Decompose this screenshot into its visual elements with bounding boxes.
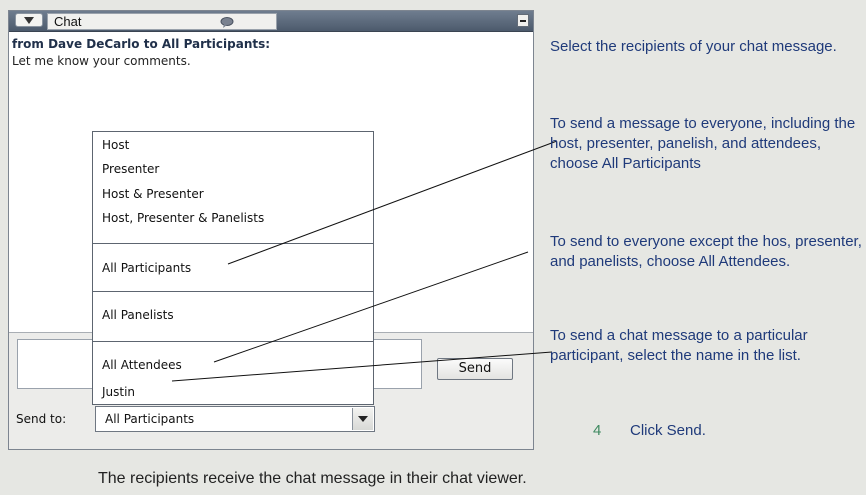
dropdown-item[interactable]: Justin — [102, 385, 135, 399]
dropdown-item[interactable]: Presenter — [102, 162, 159, 176]
dropdown-group-attendees: All Attendees Justin — [93, 342, 373, 404]
send-to-label: Send to: — [16, 412, 67, 426]
minimize-button[interactable] — [517, 14, 529, 27]
dropdown-item[interactable]: Host & Presenter — [102, 187, 204, 201]
dropdown-item[interactable]: Host — [102, 138, 129, 152]
chevron-down-icon — [358, 416, 368, 422]
chat-title: Chat — [54, 14, 82, 29]
send-to-value: All Participants — [105, 412, 195, 426]
tutorial-figure: Chat from Dave DeCarlo to All Participan… — [0, 0, 866, 495]
chat-tab[interactable]: Chat — [47, 13, 277, 30]
send-to-dropdown-button[interactable] — [352, 408, 373, 430]
send-button[interactable]: Send — [437, 358, 513, 380]
collapse-button[interactable] — [15, 13, 43, 27]
step-number: 4 — [593, 422, 602, 439]
dropdown-item[interactable]: All Attendees — [102, 358, 182, 372]
dropdown-group-panelists: All Panelists — [93, 292, 373, 342]
figure-caption: The recipients receive the chat message … — [98, 470, 527, 487]
recipient-dropdown-list: Host Presenter Host & Presenter Host, Pr… — [92, 131, 374, 405]
message-sender: from Dave DeCarlo to All Participants: — [12, 37, 271, 51]
dropdown-group-roles: Host Presenter Host & Presenter Host, Pr… — [93, 132, 373, 244]
note-particular: To send a chat message to a particular p… — [550, 327, 808, 364]
note-attendees: To send to everyone except the hos, pres… — [550, 233, 862, 270]
chat-bubble-icon — [220, 17, 234, 28]
chat-titlebar: Chat — [9, 11, 533, 32]
send-to-select[interactable]: All Participants — [95, 406, 375, 432]
dropdown-item[interactable]: Host, Presenter & Panelists — [102, 211, 264, 225]
message-text: Let me know your comments. — [12, 54, 191, 68]
note-everyone: To send a message to everyone, including… — [550, 115, 856, 172]
dropdown-group-participants: All Participants — [93, 244, 373, 292]
triangle-down-icon — [24, 16, 34, 24]
step-text: Click Send. — [630, 422, 706, 439]
dropdown-item[interactable]: All Panelists — [102, 308, 174, 322]
dropdown-item[interactable]: All Participants — [102, 261, 191, 275]
note-select-recipients: Select the recipients of your chat messa… — [550, 38, 837, 55]
